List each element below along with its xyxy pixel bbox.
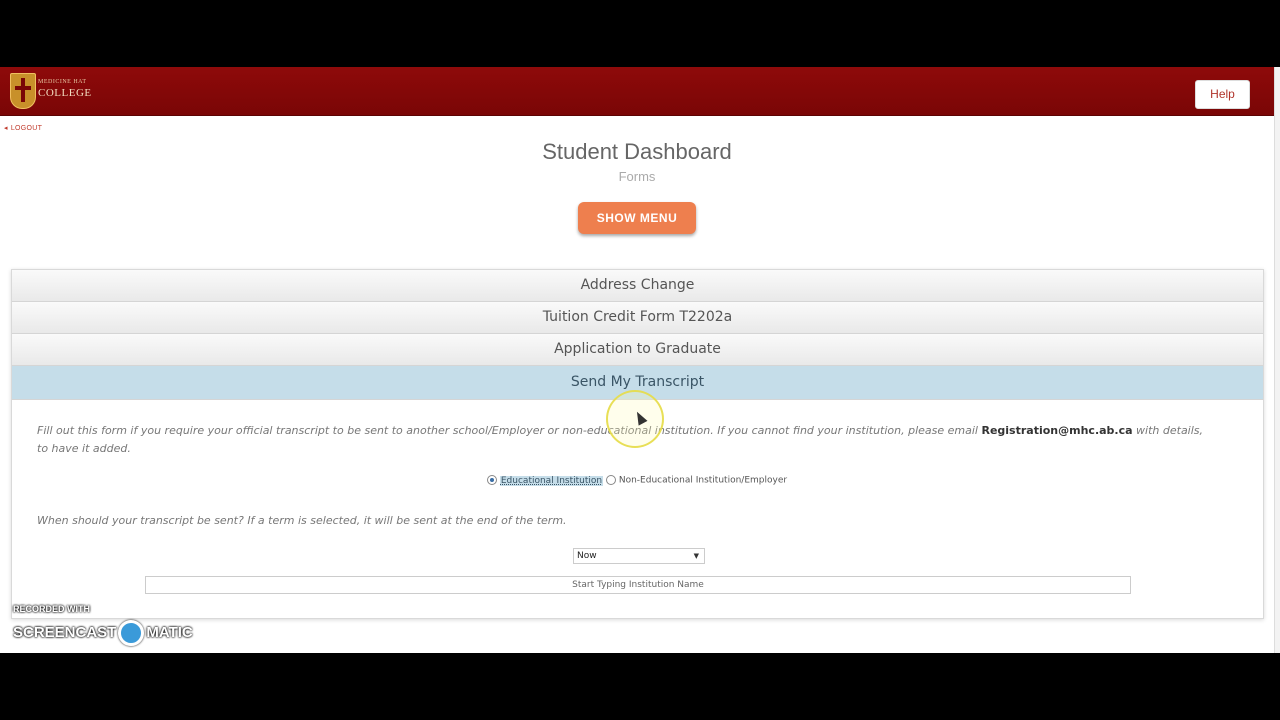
page-scrollbar[interactable] (1274, 67, 1280, 653)
institution-name-input[interactable]: Start Typing Institution Name (145, 576, 1131, 594)
send-timing-question: When should your transcript be sent? If … (37, 514, 567, 527)
registration-email: Registration@mhc.ab.ca (981, 424, 1133, 437)
top-header-bar: MEDICINE HAT COLLEGE Help (0, 67, 1280, 116)
institution-type-radios: Educational Institution Non-Educational … (487, 475, 787, 486)
radio-non-educational[interactable] (605, 475, 616, 485)
send-timing-select[interactable]: Now ▼ (573, 548, 705, 564)
show-menu-button[interactable]: SHOW MENU (578, 202, 696, 234)
logout-link[interactable]: ◂ LOGOUT (4, 124, 42, 132)
accordion-application-graduate[interactable]: Application to Graduate (12, 334, 1263, 366)
page-subtitle: Forms (618, 169, 656, 184)
logout-label: LOGOUT (10, 125, 43, 132)
radio-non-educational-label[interactable]: Non-Educational Institution/Employer (619, 476, 787, 486)
college-logo[interactable]: MEDICINE HAT COLLEGE (10, 71, 100, 111)
watermark-screencast: SCREENCAST (13, 623, 117, 641)
logo-text: COLLEGE (38, 87, 92, 99)
watermark-recorded-with: RECORDED WITH (13, 604, 90, 614)
back-arrow-icon: ◂ (4, 125, 8, 132)
radio-educational-institution[interactable] (487, 475, 497, 485)
dropdown-caret-icon: ▼ (693, 552, 699, 560)
college-crest-icon (10, 73, 36, 109)
accordion-tuition-credit[interactable]: Tuition Credit Form T2202a (12, 302, 1263, 334)
watermark-screencastomatic: SCREENCAST MATIC (13, 620, 193, 646)
help-button[interactable]: Help (1195, 80, 1250, 109)
logo-small-text: MEDICINE HAT (38, 79, 87, 85)
send-timing-value: Now (577, 551, 597, 561)
watermark-matic: MATIC (146, 623, 193, 641)
accordion-address-change[interactable]: Address Change (12, 270, 1263, 302)
screencast-logo-icon (118, 620, 145, 646)
browser-viewport: MEDICINE HAT COLLEGE Help ◂ LOGOUT Studen… (0, 67, 1280, 653)
page-title: Student Dashboard (542, 139, 732, 164)
radio-educational-label[interactable]: Educational Institution (499, 475, 604, 486)
instructions-text-before: Fill out this form if you require your o… (37, 424, 982, 437)
